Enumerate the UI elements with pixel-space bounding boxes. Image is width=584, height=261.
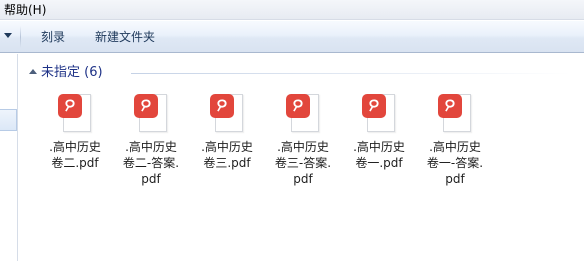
file-item[interactable]: .高中历史 卷一.pdf: [339, 92, 419, 171]
file-name: .高中历史 卷三.pdf: [201, 140, 253, 170]
file-name: .高中历史 卷一-答案. pdf: [426, 140, 484, 186]
pdf-file-icon: [209, 92, 245, 134]
file-name: .高中历史 卷三-答案. pdf: [274, 140, 332, 186]
file-item[interactable]: .高中历史 卷二-答案. pdf: [111, 92, 191, 187]
menu-bar: 帮助(H): [0, 0, 584, 20]
file-item[interactable]: .高中历史 卷三.pdf: [187, 92, 267, 171]
file-name: .高中历史 卷二-答案. pdf: [122, 140, 180, 186]
file-item[interactable]: .高中历史 卷三-答案. pdf: [263, 92, 343, 187]
new-folder-button[interactable]: 新建文件夹: [91, 28, 159, 46]
group-title: 未指定 (6): [41, 65, 103, 80]
toolbar: 刻录 新建文件夹: [0, 21, 584, 53]
file-item[interactable]: .高中历史 卷二.pdf: [35, 92, 115, 171]
menu-help[interactable]: 帮助(H): [2, 2, 48, 18]
pdf-file-icon: [361, 92, 397, 134]
group-divider: [131, 73, 571, 74]
pdf-file-icon: [285, 92, 321, 134]
file-name: .高中历史 卷二.pdf: [49, 140, 101, 170]
navigation-selected-item[interactable]: [0, 109, 17, 131]
toolbar-separator: [20, 26, 21, 48]
navigation-pane[interactable]: [0, 54, 18, 261]
burn-button[interactable]: 刻录: [37, 28, 69, 46]
pdf-file-icon: [133, 92, 169, 134]
pdf-file-icon: [57, 92, 93, 134]
organize-dropdown-arrow-icon[interactable]: [4, 33, 12, 38]
file-item[interactable]: .高中历史 卷一-答案. pdf: [415, 92, 495, 187]
group-header[interactable]: 未指定 (6): [27, 64, 571, 82]
file-list-view[interactable]: 未指定 (6) .高中历史 卷二.pdf .高中历史 卷二-答案. pdf .高…: [19, 54, 584, 261]
group-collapse-icon[interactable]: [29, 69, 37, 74]
pdf-file-icon: [437, 92, 473, 134]
file-name: .高中历史 卷一.pdf: [353, 140, 405, 170]
